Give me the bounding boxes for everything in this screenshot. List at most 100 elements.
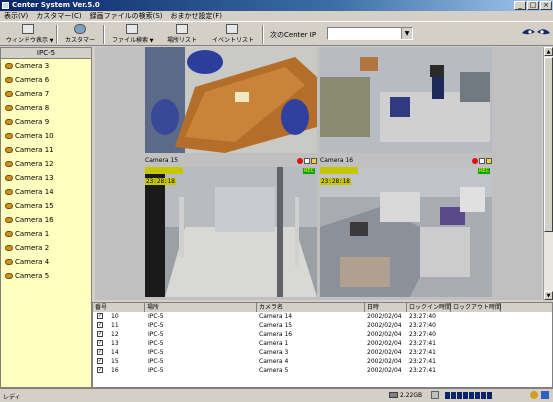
snapshot-icon[interactable] xyxy=(479,158,485,164)
camera-icon xyxy=(5,161,13,167)
folder-icon[interactable] xyxy=(486,158,492,164)
camera-icon xyxy=(5,119,13,125)
cell-date: 2002/02/04 xyxy=(367,331,402,338)
scroll-thumb[interactable] xyxy=(544,57,553,232)
row-checkbox[interactable]: ✓ xyxy=(97,331,103,337)
app-icon xyxy=(2,2,9,9)
video-feed-1[interactable] xyxy=(145,47,317,153)
close-button[interactable]: × xyxy=(540,1,552,10)
cell-time: 23:27:40 xyxy=(409,331,436,338)
camera-tree-item[interactable]: Camera 10 xyxy=(1,129,91,143)
camera-icon xyxy=(5,105,13,111)
file-search-label: ファイル検索 xyxy=(112,37,149,44)
table-row[interactable]: ✓ 15 IPC-5 Camera 4 2002/02/04 23:27:41 xyxy=(93,358,552,366)
camera-tree-item[interactable]: Camera 6 xyxy=(1,73,91,87)
customer-label: カスタマー xyxy=(64,37,95,44)
camera-tree-item-label: Camera 15 xyxy=(15,202,54,210)
camera-icon xyxy=(5,77,13,83)
camera-tree-item[interactable]: Camera 4 xyxy=(1,255,91,269)
camera-tree-item[interactable]: Camera 1 xyxy=(1,227,91,241)
vertical-scrollbar[interactable]: ▲ ▼ xyxy=(543,47,553,300)
col-datetime[interactable]: 日時 xyxy=(365,303,407,312)
table-row[interactable]: ✓ 16 IPC-5 Camera 5 2002/02/04 23:27:41 xyxy=(93,367,552,375)
camera16-name: Camera 16 xyxy=(320,157,354,164)
camera-tree-item[interactable]: Camera 3 xyxy=(1,59,91,73)
location-list-button[interactable]: 場所リスト xyxy=(164,24,200,44)
folder-icon[interactable] xyxy=(311,158,317,164)
row-checkbox[interactable]: ✓ xyxy=(97,340,103,346)
row-checkbox[interactable]: ✓ xyxy=(97,322,103,328)
window-display-button[interactable]: ウィンドウ表示 ▼ xyxy=(6,24,53,44)
camera-tree-item[interactable]: Camera 9 xyxy=(1,115,91,129)
camera-tree-item[interactable]: Camera 8 xyxy=(1,101,91,115)
scroll-down-icon[interactable]: ▼ xyxy=(544,291,553,300)
camera-icon xyxy=(5,147,13,153)
row-checkbox[interactable]: ✓ xyxy=(97,367,103,373)
status-bar: レディ 2.22GB xyxy=(0,388,553,402)
event-list-header: 番号 場所 カメラ名 日時 ロックイン時間 ロックアウト時間 xyxy=(93,303,552,312)
row-checkbox[interactable]: ✓ xyxy=(97,349,103,355)
col-place[interactable]: 場所 xyxy=(145,303,257,312)
table-row[interactable]: ✓ 11 IPC-5 Camera 15 2002/02/04 23:27:40 xyxy=(93,322,552,330)
menu-auto-settings[interactable]: おまかせ設定(F) xyxy=(171,11,223,21)
event-list-icon xyxy=(226,24,238,34)
minimize-button[interactable]: _ xyxy=(514,1,526,10)
cell-place: IPC-5 xyxy=(148,313,164,320)
col-number[interactable]: 番号 xyxy=(93,303,145,312)
video-feed-camera15[interactable]: 2002/02/04 23:28:18 REC xyxy=(145,167,317,297)
snapshot-icon[interactable] xyxy=(304,158,310,164)
camera-tree-item[interactable]: Camera 5 xyxy=(1,269,91,283)
window-title: Center System Ver.5.0 xyxy=(12,1,100,9)
location-list-icon xyxy=(176,24,188,34)
table-row[interactable]: ✓ 14 IPC-5 Camera 3 2002/02/04 23:27:41 xyxy=(93,349,552,357)
title-bar: Center System Ver.5.0 _ □ × xyxy=(0,0,553,11)
cell-time: 23:27:41 xyxy=(409,367,436,374)
network-icon xyxy=(431,391,439,399)
location-list-label: 場所リスト xyxy=(166,37,197,44)
cell-date: 2002/02/04 xyxy=(367,313,402,320)
customer-button[interactable]: カスタマー xyxy=(62,24,98,44)
camera-tree-item[interactable]: Camera 15 xyxy=(1,199,91,213)
camera-tree-item[interactable]: Camera 16 xyxy=(1,213,91,227)
event-list-label: イベントリスト xyxy=(212,37,255,44)
next-center-select[interactable]: ▼ xyxy=(327,27,413,40)
camera15-time: 23:28:18 xyxy=(145,178,176,185)
camera-tree-item[interactable]: Camera 2 xyxy=(1,241,91,255)
file-search-button[interactable]: ファイル検索 ▼ xyxy=(112,24,153,44)
cell-no: 11 xyxy=(111,322,119,329)
record-icon[interactable] xyxy=(297,158,303,164)
camera-icon xyxy=(5,189,13,195)
camera-tree-item-label: Camera 10 xyxy=(15,132,54,140)
menu-search-recordings[interactable]: 録画ファイルの検索(S) xyxy=(90,11,163,21)
camera-tree-item[interactable]: Camera 14 xyxy=(1,185,91,199)
event-list-button[interactable]: イベントリスト xyxy=(212,24,255,44)
cell-time: 23:27:41 xyxy=(409,349,436,356)
camera-tree-item-label: Camera 11 xyxy=(15,146,54,154)
menu-customer[interactable]: カスタマー(C) xyxy=(36,11,81,21)
file-search-icon xyxy=(126,24,138,34)
camera-tree-item[interactable]: Camera 11 xyxy=(1,143,91,157)
col-lockin[interactable]: ロックイン時間 xyxy=(407,303,451,312)
table-row[interactable]: ✓ 10 IPC-5 Camera 14 2002/02/04 23:27:40 xyxy=(93,313,552,321)
record-icon[interactable] xyxy=(472,158,478,164)
table-row[interactable]: ✓ 12 IPC-5 Camera 16 2002/02/04 23:27:40 xyxy=(93,331,552,339)
table-row[interactable]: ✓ 13 IPC-5 Camera 1 2002/02/04 23:27:41 xyxy=(93,340,552,348)
chevron-down-icon[interactable]: ▼ xyxy=(401,28,412,39)
col-camera[interactable]: カメラ名 xyxy=(257,303,365,312)
maximize-button[interactable]: □ xyxy=(527,1,539,10)
camera16-rec-badge: REC xyxy=(478,168,490,174)
camera-tree-item[interactable]: Camera 13 xyxy=(1,171,91,185)
cell-no: 12 xyxy=(111,331,119,338)
camera-tree-item[interactable]: Camera 7 xyxy=(1,87,91,101)
row-checkbox[interactable]: ✓ xyxy=(97,313,103,319)
video-feed-camera16[interactable]: 2002/02/04 23:28:18 REC xyxy=(320,167,492,297)
col-lockout[interactable]: ロックアウト時間 xyxy=(451,303,501,312)
location-header[interactable]: IPC-5 xyxy=(1,48,91,59)
row-checkbox[interactable]: ✓ xyxy=(97,358,103,364)
menu-view[interactable]: 表示(V) xyxy=(4,11,28,21)
video-feed-2[interactable] xyxy=(320,47,492,153)
camera-tree-item[interactable]: Camera 12 xyxy=(1,157,91,171)
camera-icon xyxy=(5,91,13,97)
scroll-up-icon[interactable]: ▲ xyxy=(544,47,553,56)
cell-camera: Camera 15 xyxy=(259,322,293,329)
